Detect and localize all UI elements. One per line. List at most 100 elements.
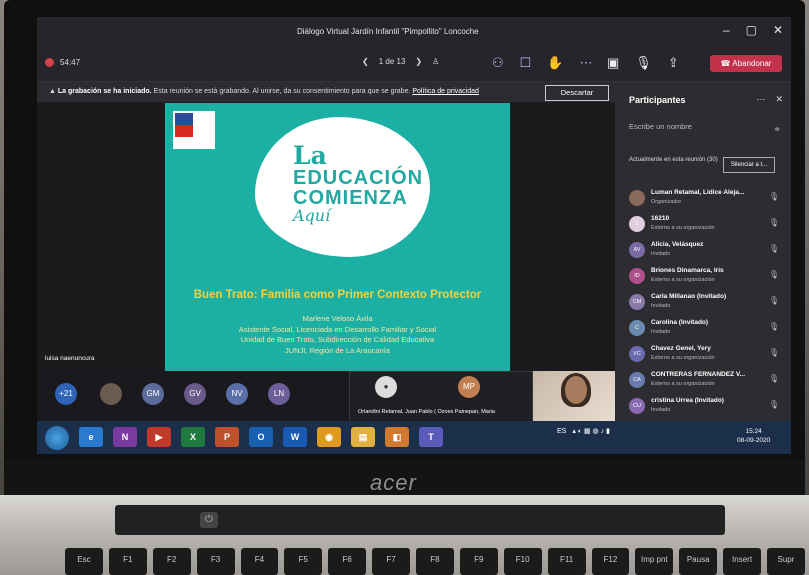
- participant-row[interactable]: CA CONTRERAS FERNANDEZ V... Externo a su o…: [629, 370, 779, 394]
- more-participants-avatar[interactable]: +21: [55, 383, 77, 405]
- taskbar-app-icon[interactable]: P: [215, 427, 239, 447]
- mic-muted-icon[interactable]: 🎙: [769, 374, 779, 383]
- slide-pager: ❮ 1 de 13 ❯ ♙: [362, 57, 439, 66]
- keyboard-key: F8: [416, 548, 454, 575]
- mic-off-icon[interactable]: 🎙: [635, 55, 652, 71]
- close-button[interactable]: ✕: [773, 23, 783, 37]
- taskbar-app-icon[interactable]: ▤: [351, 427, 375, 447]
- taskbar-app-icon[interactable]: T: [419, 427, 443, 447]
- keyboard-key: Imp pnt: [635, 548, 674, 575]
- brand-logo: acer: [370, 470, 417, 495]
- share-link-icon[interactable]: ⚭: [773, 124, 781, 135]
- taskbar-app-icon[interactable]: N: [113, 427, 137, 447]
- participant-role: Invitado: [651, 407, 671, 413]
- clock-date: 08-09-2020: [737, 437, 771, 444]
- minimize-button[interactable]: –: [723, 23, 730, 37]
- participant-avatar: CU: [629, 398, 645, 414]
- more-options-icon[interactable]: ⋯: [580, 55, 593, 71]
- participant-role: Invitado: [651, 251, 671, 257]
- mic-muted-icon[interactable]: 🎙: [769, 218, 779, 227]
- shared-content-stage: La EDUCACIÓN COMIENZA Aquí Buen Trato: F…: [37, 103, 615, 371]
- keyboard-key: F1: [108, 548, 147, 575]
- taskbar-clock[interactable]: 15:24 08-09-2020: [737, 427, 770, 445]
- toolbar-media: ▣ 🎙 ⇪: [607, 55, 679, 71]
- chat-icon[interactable]: ☐: [520, 55, 532, 71]
- keyboard-key: Insert: [723, 548, 761, 575]
- participants-icon[interactable]: ⚇: [492, 55, 504, 71]
- mic-muted-icon[interactable]: 🎙: [769, 322, 779, 331]
- participant-row[interactable]: 1 16210 Externo a su organización 🎙: [629, 214, 779, 238]
- window-title: Diálogo Virtual Jardín Infantil "Pimpoll…: [297, 27, 479, 36]
- avatar[interactable]: GM: [142, 383, 164, 405]
- taskbar-app-icon[interactable]: X: [181, 427, 205, 447]
- keyboard-key: F5: [284, 548, 323, 575]
- keyboard-key: F2: [152, 548, 191, 575]
- banner-body: Esta reunión se está grabando. Al unirse…: [153, 88, 411, 95]
- avatar[interactable]: LN: [268, 383, 290, 405]
- panel-controls: ⋯ ✕: [756, 94, 783, 105]
- avatar[interactable]: [100, 383, 122, 405]
- taskbar-app-icon[interactable]: e: [79, 427, 103, 447]
- language-indicator[interactable]: ES: [557, 428, 566, 435]
- taskbar-app-icon[interactable]: O: [249, 427, 273, 447]
- warning-icon: ▲: [49, 88, 58, 95]
- dismiss-button[interactable]: Descartar: [545, 85, 609, 101]
- taskbar-app-icon[interactable]: W: [283, 427, 307, 447]
- participant-row[interactable]: Luman Retamal, Lidice Aleja... Organizado…: [629, 188, 779, 212]
- avatar[interactable]: GV: [184, 383, 206, 405]
- presenter-icon[interactable]: ♙: [432, 57, 439, 66]
- mic-muted-icon[interactable]: 🎙: [769, 244, 779, 253]
- mic-muted-icon[interactable]: 🎙: [769, 296, 779, 305]
- participant-role: Invitado: [651, 329, 671, 335]
- function-key-row: Esc F1 F2 F3 F4 F5 F6 F7 F8 F9 F10 F11 F12 Imp pnt Pau…: [65, 548, 805, 575]
- mic-muted-icon[interactable]: 🎙: [769, 270, 779, 279]
- junji-logo: [173, 111, 215, 149]
- participant-row[interactable]: VC Chavez Genel, Yery Externo a su organiz…: [629, 344, 779, 368]
- participant-row[interactable]: CU cristina Urrea (Invitado) Invitado 🎙: [629, 396, 779, 420]
- slide-line: JUNJI, Región de La Araucanía: [284, 345, 391, 355]
- banner-lead: La grabación se ha iniciado.: [57, 88, 152, 95]
- taskbar-apps: e N ▶ X P O W ◉ ▤ ◧ T: [79, 427, 443, 447]
- presentation-slide: La EDUCACIÓN COMIENZA Aquí Buen Trato: F…: [165, 103, 510, 371]
- keyboard-key: Supr: [767, 548, 805, 575]
- participant-row[interactable]: C Carolina (Invitado) Invitado 🎙: [629, 318, 779, 342]
- avatar[interactable]: NV: [226, 383, 248, 405]
- taskbar-app-icon[interactable]: ▶: [147, 427, 171, 447]
- keyboard-key: Esc: [65, 548, 103, 575]
- timer-text: 54:47: [60, 58, 81, 67]
- panel-close-icon[interactable]: ✕: [775, 94, 783, 105]
- meeting-toolbar: 54:47 ❮ 1 de 13 ❯ ♙ ⚇ ☐ ✋ ⋯ ▣ 🎙 ⇪ ☎ Aban…: [37, 47, 791, 82]
- mic-muted-icon[interactable]: 🎙: [769, 348, 779, 357]
- mute-all-button[interactable]: Silenciar a t...: [723, 157, 775, 173]
- taskbar-app-icon[interactable]: ◉: [317, 427, 341, 447]
- participant-search-input[interactable]: Escribe un nombre: [629, 122, 781, 136]
- prev-slide-icon[interactable]: ❮: [362, 57, 369, 66]
- participant-avatar: 1: [629, 216, 645, 232]
- next-slide-icon[interactable]: ❯: [415, 57, 422, 66]
- camera-off-icon[interactable]: ▣: [607, 55, 619, 71]
- leave-label: Abandonar: [732, 59, 772, 68]
- privacy-link[interactable]: Política de privacidad: [412, 88, 479, 95]
- participant-role: Organizador: [651, 199, 682, 205]
- mic-muted-icon[interactable]: 🎙: [769, 192, 779, 201]
- panel-more-icon[interactable]: ⋯: [756, 94, 765, 105]
- leave-button[interactable]: ☎ Abandonar: [710, 55, 782, 72]
- participant-avatar: CM: [629, 294, 645, 310]
- maximize-button[interactable]: ▢: [746, 23, 757, 37]
- slide-heading: Buen Trato: Familia como Primer Contexto…: [193, 289, 482, 301]
- self-video-tile[interactable]: [533, 371, 615, 421]
- avatar: MP: [458, 376, 480, 398]
- tray-icons[interactable]: ▴ ◐ ▦ ◍ ♪ ▮: [572, 427, 610, 435]
- mic-muted-icon[interactable]: 🎙: [769, 400, 779, 409]
- participant-row[interactable]: ID Briones Dinamarca, Iris Externo a su or…: [629, 266, 779, 290]
- participant-role: Externo a su organización: [651, 277, 715, 283]
- participant-row[interactable]: CM Carla Millanao (Invitado) Invitado 🎙: [629, 292, 779, 316]
- keyboard-key: F9: [459, 548, 498, 575]
- slide-motto: La EDUCACIÓN COMIENZA Aquí: [293, 143, 423, 224]
- start-button[interactable]: [45, 426, 69, 450]
- raise-hand-icon[interactable]: ✋: [547, 55, 563, 71]
- taskbar-app-icon[interactable]: ◧: [385, 427, 409, 447]
- video-tile[interactable]: ● MP Orlandini Retamal, Juan Pablo ( Ozo…: [349, 371, 533, 423]
- participant-row[interactable]: AV Alicia, Velásquez Invitado 🎙: [629, 240, 779, 264]
- share-screen-icon[interactable]: ⇪: [668, 55, 679, 71]
